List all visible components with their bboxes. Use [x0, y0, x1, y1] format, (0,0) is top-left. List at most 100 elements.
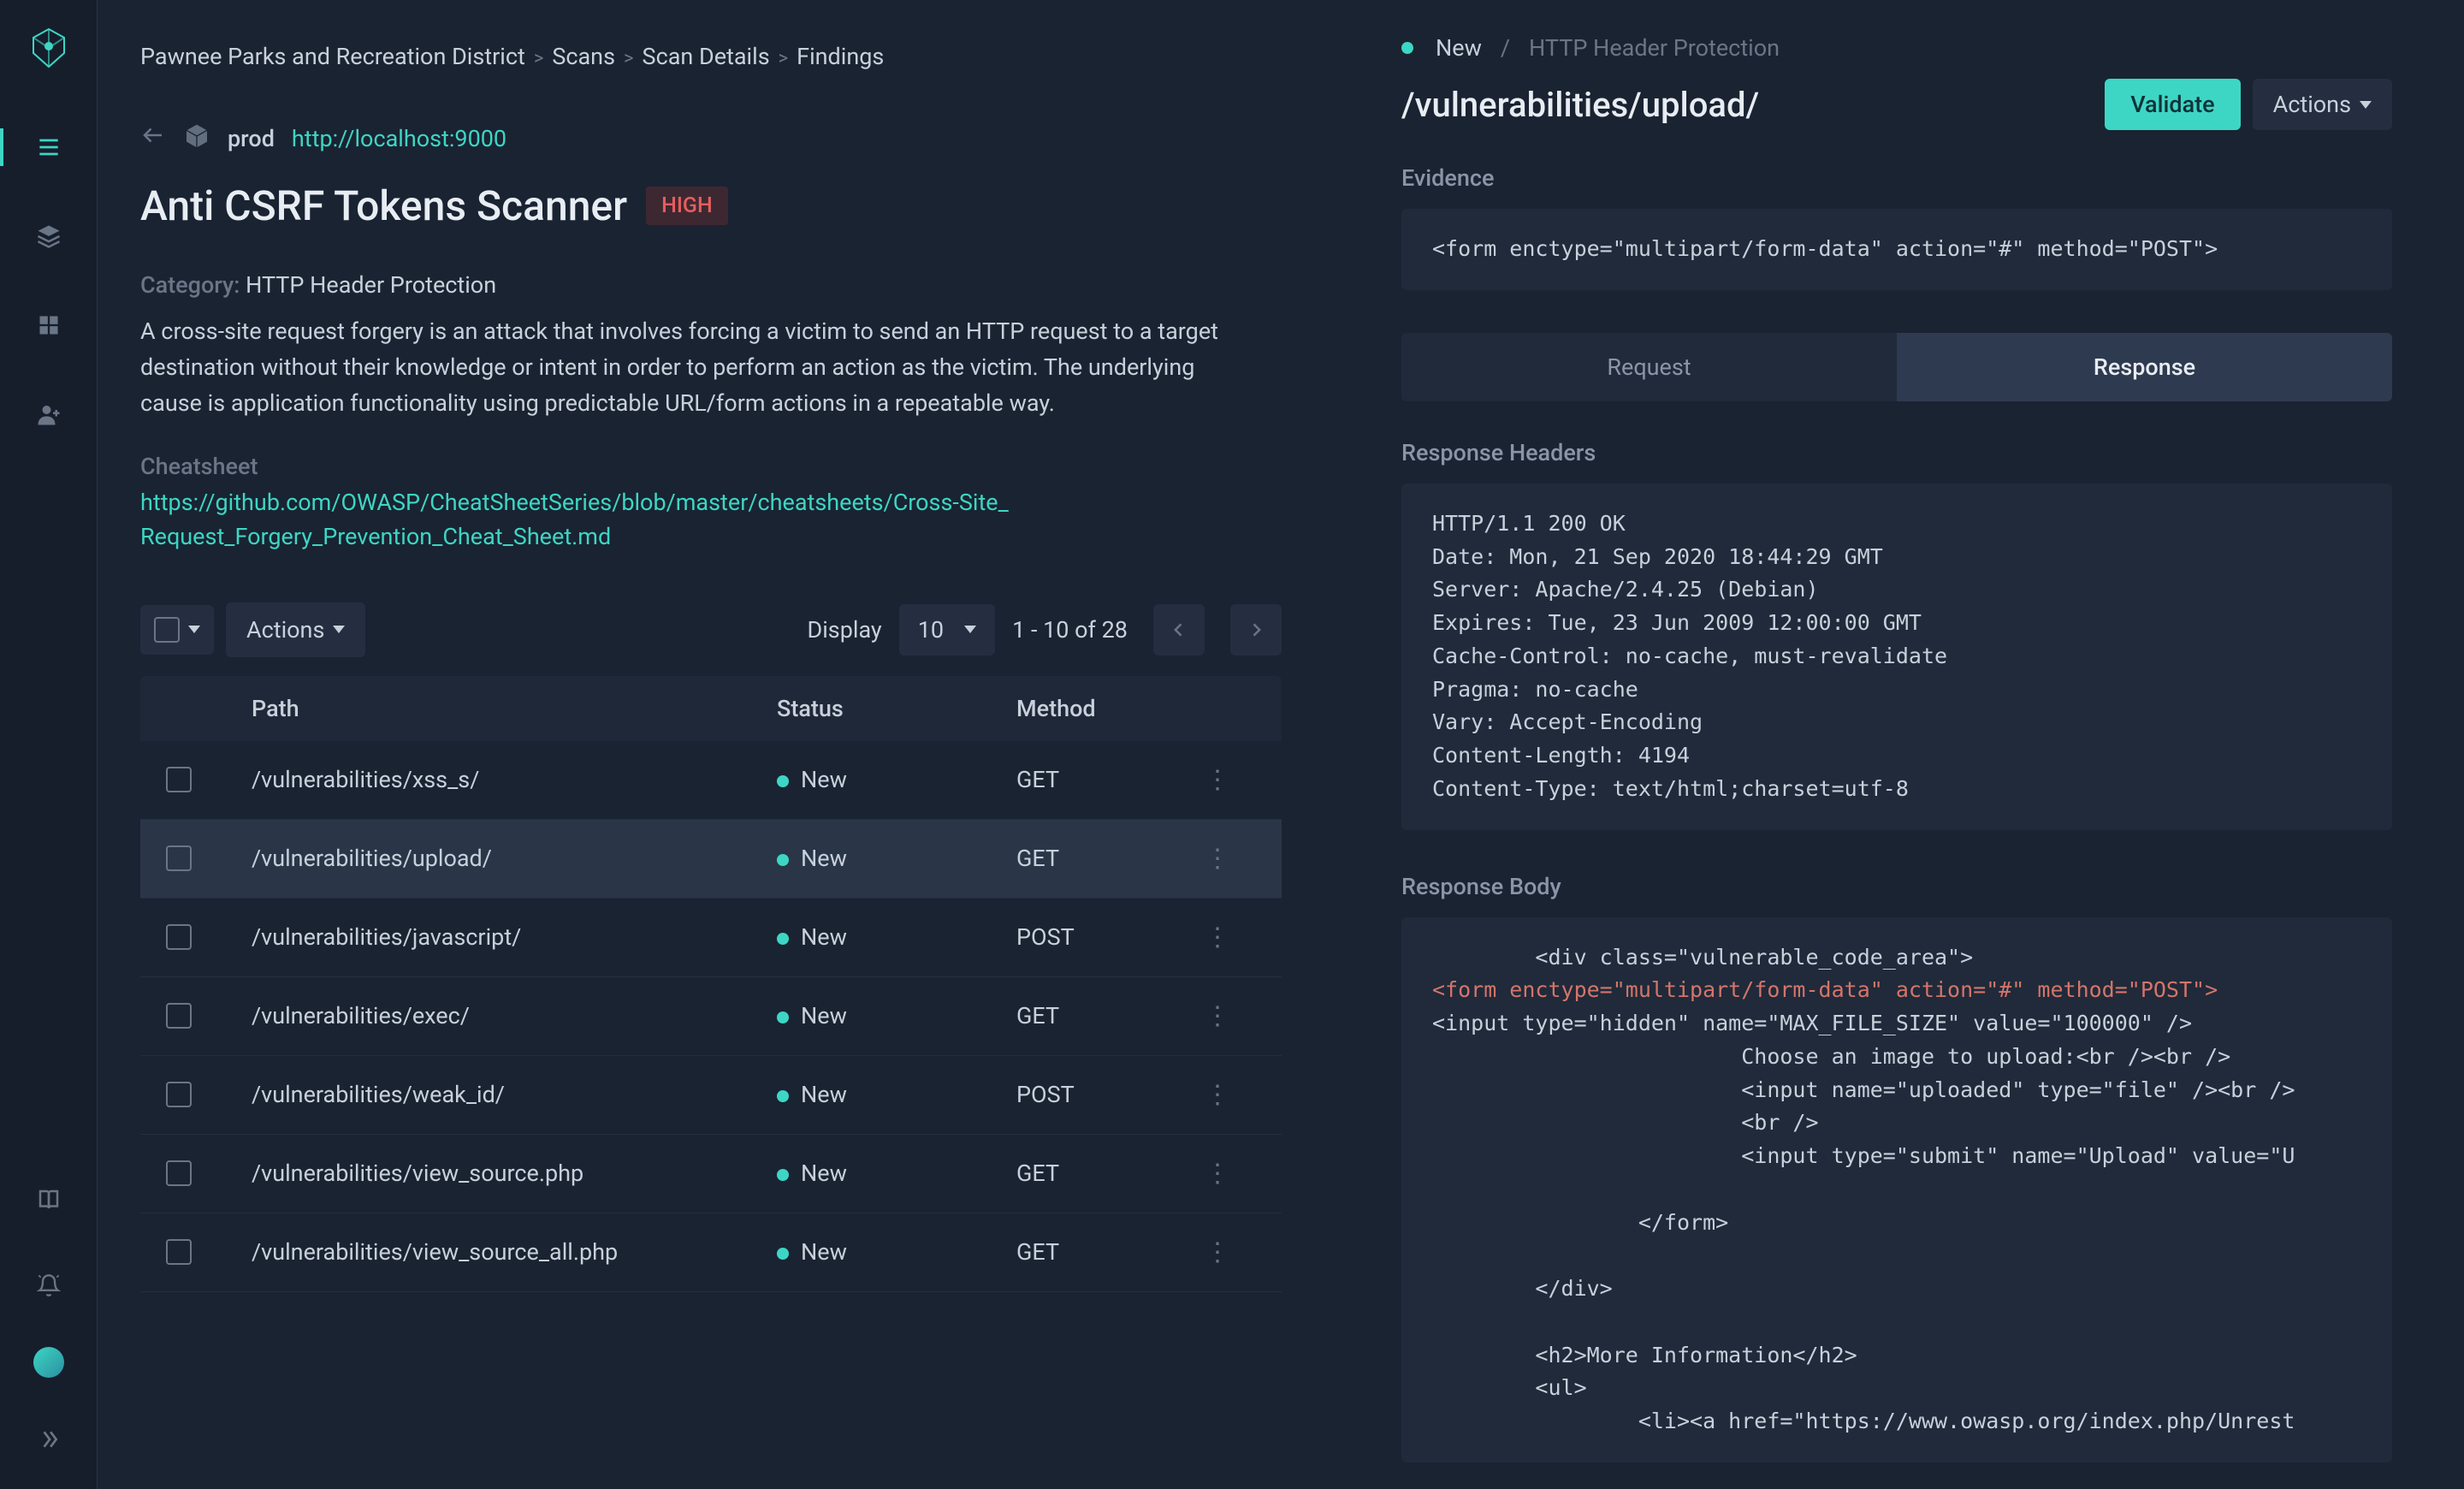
- row-path: /vulnerabilities/exec/: [252, 1002, 777, 1029]
- row-status: New: [777, 923, 1016, 951]
- user-avatar[interactable]: [33, 1347, 64, 1378]
- row-menu-button[interactable]: ⋮: [1205, 765, 1256, 795]
- row-method: GET: [1016, 1160, 1205, 1187]
- row-method: GET: [1016, 1238, 1205, 1266]
- logo: [25, 24, 73, 72]
- row-status: New: [777, 1081, 1016, 1108]
- pagination-text: 1 - 10 of 28: [1012, 616, 1128, 644]
- environment-name: prod: [228, 125, 275, 152]
- row-menu-button[interactable]: ⋮: [1205, 1159, 1256, 1189]
- row-path: /vulnerabilities/weak_id/: [252, 1081, 777, 1108]
- status-dot-icon: [1401, 42, 1413, 54]
- row-method: POST: [1016, 1081, 1205, 1108]
- row-path: /vulnerabilities/view_source_all.php: [252, 1238, 777, 1266]
- row-checkbox[interactable]: [166, 1003, 192, 1029]
- severity-badge: HIGH: [646, 187, 728, 225]
- response-body-label: Response Body: [1401, 873, 2392, 900]
- row-status: New: [777, 1238, 1016, 1266]
- findings-table: Path Status Method /vulnerabilities/xss_…: [140, 676, 1342, 1292]
- tab-request[interactable]: Request: [1401, 333, 1897, 401]
- row-menu-button[interactable]: ⋮: [1205, 844, 1256, 874]
- tab-response[interactable]: Response: [1897, 333, 2392, 401]
- row-checkbox[interactable]: [166, 767, 192, 792]
- table-row[interactable]: /vulnerabilities/view_source.php New GET…: [140, 1135, 1282, 1213]
- row-path: /vulnerabilities/javascript/: [252, 923, 777, 951]
- detail-status-text: New: [1436, 34, 1482, 62]
- table-row[interactable]: /vulnerabilities/xss_s/ New GET ⋮: [140, 741, 1282, 820]
- nav-list-icon[interactable]: [0, 123, 97, 171]
- status-dot-icon: [777, 1090, 789, 1102]
- detail-actions-button[interactable]: Actions: [2253, 79, 2392, 130]
- row-status: New: [777, 766, 1016, 793]
- col-path-header[interactable]: Path: [252, 695, 777, 722]
- status-dot-icon: [777, 933, 789, 945]
- table-row[interactable]: /vulnerabilities/javascript/ New POST ⋮: [140, 899, 1282, 977]
- table-row[interactable]: /vulnerabilities/upload/ New GET ⋮: [140, 820, 1282, 899]
- select-all-dropdown[interactable]: [140, 605, 214, 655]
- col-status-header[interactable]: Status: [777, 695, 1016, 722]
- nav-expand-icon[interactable]: [0, 1415, 97, 1463]
- environment-icon: [183, 122, 210, 156]
- chevron-down-icon: [2360, 101, 2372, 109]
- select-all-checkbox[interactable]: [154, 617, 180, 643]
- nav-add-user-icon[interactable]: [0, 390, 97, 438]
- row-path: /vulnerabilities/upload/: [252, 845, 777, 872]
- row-checkbox[interactable]: [166, 1082, 192, 1107]
- row-method: GET: [1016, 845, 1205, 872]
- status-dot-icon: [777, 1169, 789, 1181]
- next-page-button[interactable]: [1230, 604, 1282, 656]
- table-row[interactable]: /vulnerabilities/exec/ New GET ⋮: [140, 977, 1282, 1056]
- status-dot-icon: [777, 1011, 789, 1023]
- table-row[interactable]: /vulnerabilities/weak_id/ New POST ⋮: [140, 1056, 1282, 1135]
- status-dot-icon: [777, 1248, 789, 1260]
- bulk-actions-button[interactable]: Actions: [226, 602, 365, 657]
- nav-notifications-icon[interactable]: [0, 1261, 97, 1309]
- actions-label: Actions: [246, 616, 324, 644]
- row-method: GET: [1016, 1002, 1205, 1029]
- row-checkbox[interactable]: [166, 1239, 192, 1265]
- row-menu-button[interactable]: ⋮: [1205, 1001, 1256, 1031]
- breadcrumb-item[interactable]: Scans: [552, 43, 615, 70]
- status-dot-icon: [777, 775, 789, 787]
- nav-grid-icon[interactable]: [0, 301, 97, 349]
- col-method-header[interactable]: Method: [1016, 695, 1205, 722]
- detail-actions-label: Actions: [2273, 91, 2351, 118]
- response-headers-code: HTTP/1.1 200 OK Date: Mon, 21 Sep 2020 1…: [1401, 483, 2392, 830]
- nav-docs-icon[interactable]: [0, 1176, 97, 1224]
- cheatsheet-link[interactable]: https://github.com/OWASP/CheatSheetSerie…: [140, 485, 1013, 555]
- row-checkbox[interactable]: [166, 924, 192, 950]
- table-row[interactable]: /vulnerabilities/view_source_all.php New…: [140, 1213, 1282, 1292]
- status-dot-icon: [777, 854, 789, 866]
- detail-category: HTTP Header Protection: [1529, 34, 1780, 62]
- chevron-down-icon: [964, 626, 976, 633]
- evidence-code: <form enctype="multipart/form-data" acti…: [1401, 209, 2392, 290]
- display-count-select[interactable]: 10: [899, 604, 995, 656]
- cheatsheet-label: Cheatsheet: [140, 453, 1342, 480]
- table-header: Path Status Method: [140, 676, 1282, 741]
- nav-layers-icon[interactable]: [0, 212, 97, 260]
- row-menu-button[interactable]: ⋮: [1205, 1080, 1256, 1110]
- validate-button[interactable]: Validate: [2105, 79, 2240, 130]
- row-status: New: [777, 1160, 1016, 1187]
- chevron-down-icon: [188, 626, 200, 633]
- breadcrumb-item[interactable]: Pawnee Parks and Recreation District: [140, 43, 525, 70]
- evidence-label: Evidence: [1401, 164, 2392, 192]
- row-checkbox[interactable]: [166, 845, 192, 871]
- row-menu-button[interactable]: ⋮: [1205, 922, 1256, 952]
- row-path: /vulnerabilities/view_source.php: [252, 1160, 777, 1187]
- detail-status: New / HTTP Header Protection: [1401, 34, 1780, 62]
- breadcrumb-item: Findings: [797, 43, 884, 70]
- row-menu-button[interactable]: ⋮: [1205, 1237, 1256, 1267]
- category-value: HTTP Header Protection: [246, 271, 496, 299]
- category-label: Category:: [140, 271, 240, 299]
- environment-url[interactable]: http://localhost:9000: [292, 125, 506, 152]
- response-headers-label: Response Headers: [1401, 439, 2392, 466]
- back-arrow-icon[interactable]: [140, 122, 166, 156]
- breadcrumb-item[interactable]: Scan Details: [643, 43, 770, 70]
- response-body-code: <div class="vulnerable_code_area"> <form…: [1401, 917, 2392, 1462]
- finding-description: A cross-site request forgery is an attac…: [140, 314, 1253, 422]
- prev-page-button[interactable]: [1153, 604, 1205, 656]
- row-checkbox[interactable]: [166, 1160, 192, 1186]
- display-label: Display: [808, 616, 882, 644]
- chevron-down-icon: [333, 626, 345, 633]
